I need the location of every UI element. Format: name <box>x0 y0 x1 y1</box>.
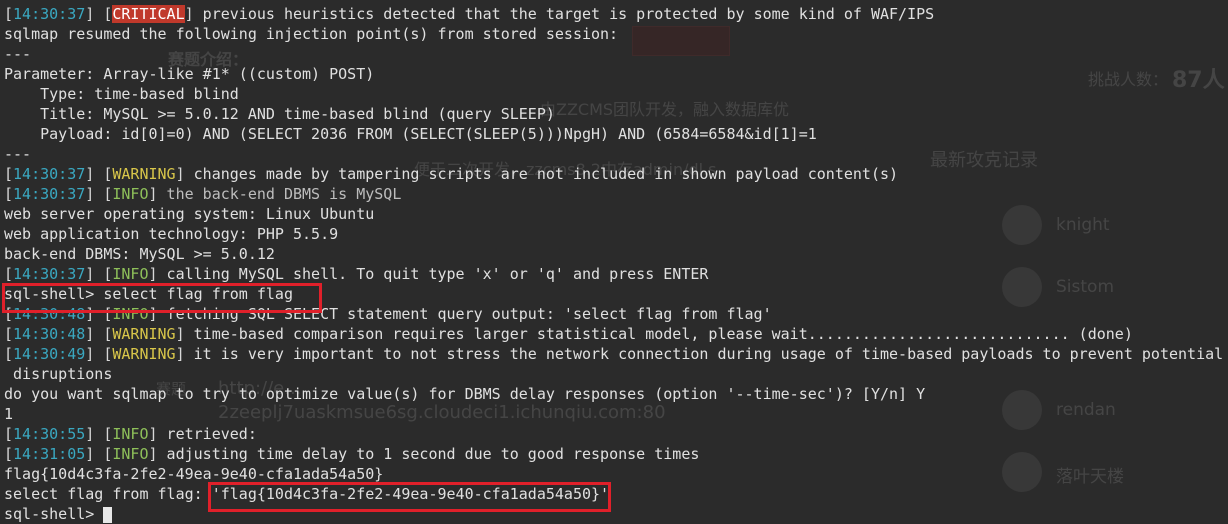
log-level-info: INFO <box>112 425 149 443</box>
log-level-warning: WARNING <box>112 345 176 363</box>
query-result-prefix: select flag from flag: <box>4 485 212 503</box>
log-message: changes made by tampering scripts are no… <box>184 165 899 183</box>
command-highlight-box <box>2 283 322 313</box>
output-line: Title: MySQL >= 5.0.12 AND time-based bl… <box>4 105 555 123</box>
terminal-output[interactable]: [14:30:37] [CRITICAL] previous heuristic… <box>0 0 1228 523</box>
log-line: [14:30:37] [WARNING] changes made by tam… <box>4 165 899 183</box>
log-level-critical: CRITICAL <box>112 5 185 23</box>
output-line: 1 <box>4 405 14 423</box>
output-line: sqlmap resumed the following injection p… <box>4 25 619 43</box>
log-line: [14:30:48] [WARNING] time-based comparis… <box>4 325 1133 343</box>
log-message: it is very important to not stress the n… <box>184 345 1224 363</box>
log-line: [14:30:37] [INFO] the back-end DBMS is M… <box>4 185 402 203</box>
log-line: [14:30:37] [CRITICAL] previous heuristic… <box>4 5 935 23</box>
output-line: disruptions <box>4 365 113 383</box>
timestamp: 14:30:37 <box>13 165 86 183</box>
timestamp: 14:30:37 <box>13 185 86 203</box>
query-result-line: select flag from flag: 'flag{10d4c3fa-2f… <box>4 484 1228 504</box>
log-line: [14:30:55] [INFO] retrieved: <box>4 425 257 443</box>
flag-output-line: flag{10d4c3fa-2fe2-49ea-9e40-cfa1ada54a5… <box>4 465 384 483</box>
timestamp: 14:31:05 <box>13 445 86 463</box>
separator-line: --- <box>4 45 32 63</box>
timestamp: 14:30:55 <box>13 425 86 443</box>
timestamp: 14:30:37 <box>13 265 86 283</box>
log-line: [14:30:49] [WARNING] it is very importan… <box>4 345 1224 363</box>
separator-line: --- <box>4 145 32 163</box>
output-line: Type: time-based blind <box>4 85 239 103</box>
shell-prompt-line[interactable]: sql-shell> <box>4 504 1228 524</box>
prompt-question-line: do you want sqlmap to try to optimize va… <box>4 385 926 403</box>
text-cursor <box>103 506 113 523</box>
output-line: web application technology: PHP 5.5.9 <box>4 225 339 243</box>
output-line: web server operating system: Linux Ubunt… <box>4 205 375 223</box>
log-line: [14:31:05] [INFO] adjusting time delay t… <box>4 445 700 463</box>
output-line: back-end DBMS: MySQL >= 5.0.12 <box>4 245 275 263</box>
log-level-info: INFO <box>112 185 149 203</box>
log-message: calling MySQL shell. To quit type 'x' or… <box>157 265 709 283</box>
timestamp: 14:30:48 <box>13 325 86 343</box>
log-line: [14:30:37] [INFO] calling MySQL shell. T… <box>4 265 709 283</box>
output-line: Payload: id[0]=0) AND (SELECT 2036 FROM … <box>4 125 817 143</box>
output-line: Parameter: Array-like #1* ((custom) POST… <box>4 65 375 83</box>
log-message: the back-end DBMS is MySQL <box>157 185 402 203</box>
log-level-info: INFO <box>112 265 149 283</box>
log-message: adjusting time delay to 1 second due to … <box>157 445 700 463</box>
flag-highlight-box <box>208 482 611 512</box>
log-level-info: INFO <box>112 445 149 463</box>
log-message: previous heuristics detected that the ta… <box>193 5 935 23</box>
log-level-warning: WARNING <box>112 325 176 343</box>
timestamp: 14:30:49 <box>13 345 86 363</box>
shell-prompt: sql-shell> <box>4 505 104 523</box>
log-message: retrieved: <box>157 425 257 443</box>
log-level-warning: WARNING <box>112 165 176 183</box>
log-message: time-based comparison requires larger st… <box>184 325 1133 343</box>
timestamp: 14:30:37 <box>13 5 86 23</box>
